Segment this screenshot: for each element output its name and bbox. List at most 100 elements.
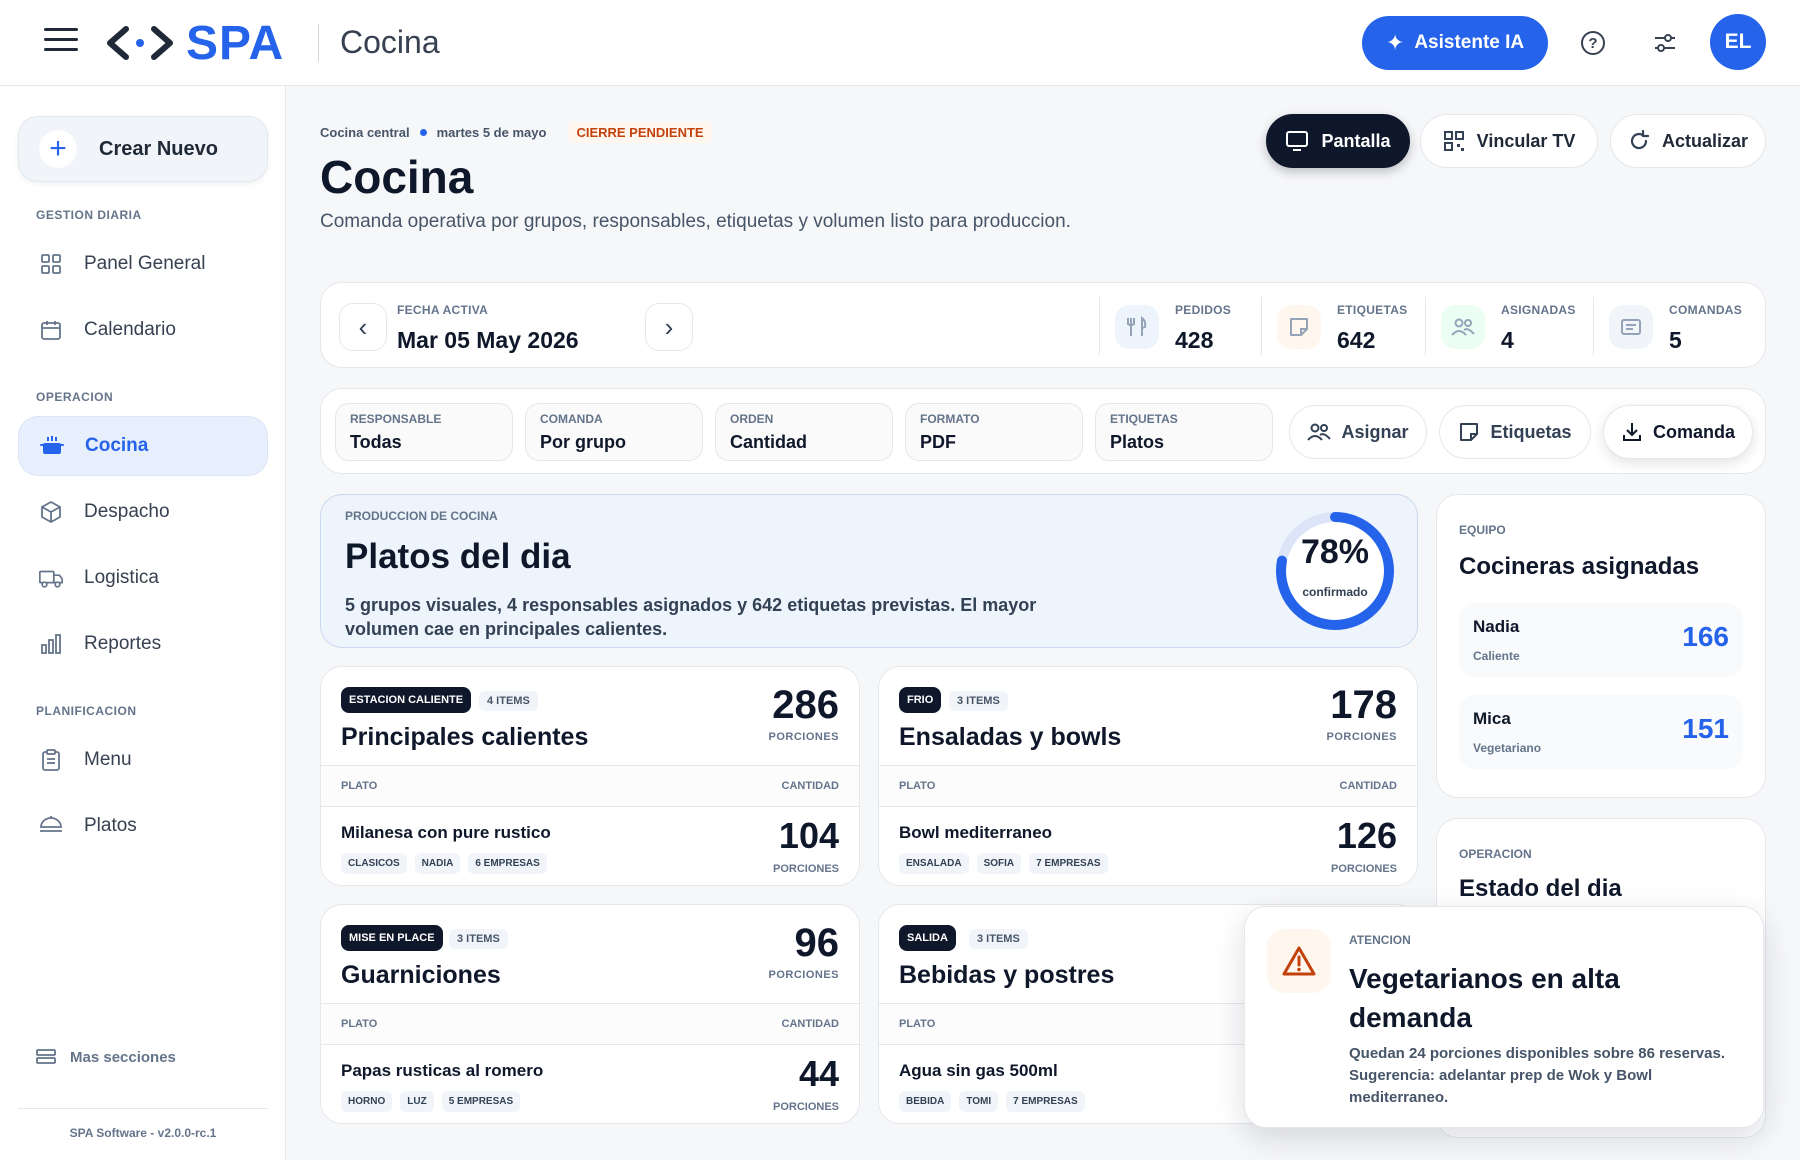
sidebar-item-panel-general[interactable]: Panel General xyxy=(18,234,268,294)
layers-icon xyxy=(36,1049,56,1064)
group-card[interactable]: ESTACION CALIENTE 4 ITEMS Principales ca… xyxy=(320,666,860,886)
next-date-button[interactable]: › xyxy=(645,303,693,351)
table-header: PLATO CANTIDAD xyxy=(321,765,859,807)
tag: 6 EMPRESAS xyxy=(468,853,547,874)
group-title: Bebidas y postres xyxy=(899,961,1115,989)
column-plato: PLATO xyxy=(899,780,936,792)
screen-button[interactable]: Pantalla xyxy=(1266,114,1410,168)
group-total: 96 xyxy=(794,921,840,965)
chevron-right-icon: › xyxy=(664,311,674,342)
group-total-unit: PORCIONES xyxy=(1326,731,1397,743)
cook-name: Nadia xyxy=(1473,617,1520,636)
card-title: Platos del dia xyxy=(345,537,571,576)
tag: 5 EMPRESAS xyxy=(441,1091,521,1112)
group-card[interactable]: FRIO 3 ITEMS Ensaladas y bowls 178 PORCI… xyxy=(878,666,1418,886)
card-description: 5 grupos visuales, 4 responsables asigna… xyxy=(345,595,1037,639)
stat-value: 4 xyxy=(1501,327,1514,353)
breadcrumb-date: martes 5 de mayo xyxy=(436,125,547,140)
filter-label: FORMATO xyxy=(920,412,980,426)
alert-toast[interactable]: ATENCION Vegetarianos en alta demanda Qu… xyxy=(1244,906,1764,1128)
ticket-icon xyxy=(1609,305,1653,349)
confirmation-caption: confirmado xyxy=(1302,585,1368,599)
sidebar-item-label: Panel General xyxy=(84,253,206,274)
divider xyxy=(18,1108,268,1109)
settings-button[interactable] xyxy=(1642,20,1688,66)
refresh-button[interactable]: Actualizar xyxy=(1610,114,1766,168)
code-brackets-icon xyxy=(107,26,173,60)
card-kicker: EQUIPO xyxy=(1459,523,1506,537)
cook-role: Vegetariano xyxy=(1473,741,1542,755)
link-tv-button[interactable]: Vincular TV xyxy=(1420,114,1598,168)
sticker-icon xyxy=(1277,305,1321,349)
cook-row[interactable]: Mica Vegetariano 151 xyxy=(1459,695,1743,769)
column-plato: PLATO xyxy=(341,780,378,792)
table-header: PLATO CANTIDAD xyxy=(879,765,1417,807)
avatar[interactable]: EL xyxy=(1710,14,1766,70)
ai-assistant-label: Asistente IA xyxy=(1414,32,1525,53)
dish-name[interactable]: Agua sin gas 500ml xyxy=(899,1061,1058,1081)
column-plato: PLATO xyxy=(341,1018,378,1030)
table-header: PLATO CANTIDAD xyxy=(321,1003,859,1045)
column-cantidad: CANTIDAD xyxy=(1339,780,1397,792)
stat-label: ETIQUETAS xyxy=(1337,303,1408,317)
filter-value: Cantidad xyxy=(730,432,808,452)
monitor-icon xyxy=(1286,131,1309,151)
breadcrumb-location[interactable]: Cocina central xyxy=(320,125,410,140)
sidebar-item-reportes[interactable]: Reportes xyxy=(18,614,268,674)
bar-chart-icon xyxy=(38,631,64,657)
clipboard-icon xyxy=(38,747,64,773)
station-badge: SALIDA xyxy=(899,925,956,951)
users-icon xyxy=(1307,423,1332,441)
prev-date-button[interactable]: ‹ xyxy=(339,303,387,351)
more-sections-link[interactable]: Mas secciones xyxy=(36,1048,176,1066)
truck-icon xyxy=(38,565,64,591)
create-new-button[interactable]: + Crear Nuevo xyxy=(18,116,268,182)
filter-responsable[interactable]: RESPONSABLE Todas xyxy=(335,403,513,461)
grid-icon xyxy=(38,251,64,277)
help-button[interactable]: ? xyxy=(1570,20,1616,66)
dish-name[interactable]: Bowl mediterraneo xyxy=(899,823,1052,843)
assign-button[interactable]: Asignar xyxy=(1289,405,1427,459)
sidebar-item-menu[interactable]: Menu xyxy=(18,730,268,790)
sidebar-item-label: Menu xyxy=(84,749,132,770)
group-card[interactable]: MISE EN PLACE 3 ITEMS Guarniciones 96 PO… xyxy=(320,904,860,1124)
stat-value: 642 xyxy=(1337,327,1376,353)
group-title: Guarniciones xyxy=(341,961,501,989)
labels-button[interactable]: Etiquetas xyxy=(1439,405,1591,459)
download-comanda-button[interactable]: Comanda xyxy=(1603,405,1753,459)
items-count: 3 ITEMS xyxy=(969,929,1028,949)
divider xyxy=(1261,297,1262,355)
sidebar-item-platos[interactable]: Platos xyxy=(18,796,268,856)
column-plato: PLATO xyxy=(899,1018,936,1030)
dish-tags: ENSALADA SOFIA 7 EMPRESAS xyxy=(899,853,1108,874)
assign-label: Asignar xyxy=(1341,421,1409,442)
dish-quantity: 104 xyxy=(778,815,839,856)
sidebar-item-despacho[interactable]: Despacho xyxy=(18,482,268,542)
tag: LUZ xyxy=(400,1091,434,1112)
sidebar-item-label: Calendario xyxy=(84,319,176,340)
dish-name[interactable]: Papas rusticas al romero xyxy=(341,1061,543,1081)
filter-formato[interactable]: FORMATO PDF xyxy=(905,403,1083,461)
filter-label: ETIQUETAS xyxy=(1110,412,1178,426)
filter-orden[interactable]: ORDEN Cantidad xyxy=(715,403,893,461)
active-date-label: FECHA ACTIVA xyxy=(397,303,489,317)
logo[interactable]: SPA xyxy=(104,17,284,70)
labels-label: Etiquetas xyxy=(1490,421,1572,442)
dish-tags: HORNO LUZ 5 EMPRESAS xyxy=(341,1091,521,1112)
sidebar-item-logistica[interactable]: Logistica xyxy=(18,548,268,608)
station-badge: FRIO xyxy=(899,687,942,713)
stat-value: 428 xyxy=(1175,327,1214,353)
ai-assistant-button[interactable]: ✦ Asistente IA xyxy=(1362,16,1548,70)
tag: NADIA xyxy=(414,853,461,874)
menu-icon[interactable] xyxy=(44,28,78,56)
sidebar: + Crear Nuevo GESTION DIARIA Panel Gener… xyxy=(0,86,286,1160)
dish-name[interactable]: Milanesa con pure rustico xyxy=(341,823,551,843)
cook-row[interactable]: Nadia Caliente 166 xyxy=(1459,603,1743,677)
filter-etiquetas[interactable]: ETIQUETAS Platos xyxy=(1095,403,1273,461)
sidebar-item-calendario[interactable]: Calendario xyxy=(18,300,268,360)
stat-label: PEDIDOS xyxy=(1175,303,1232,317)
sidebar-group-label: PLANIFICACION xyxy=(36,704,137,718)
sidebar-item-cocina[interactable]: Cocina xyxy=(18,416,268,476)
link-tv-label: Vincular TV xyxy=(1476,130,1576,151)
filter-comanda[interactable]: COMANDA Por grupo xyxy=(525,403,703,461)
